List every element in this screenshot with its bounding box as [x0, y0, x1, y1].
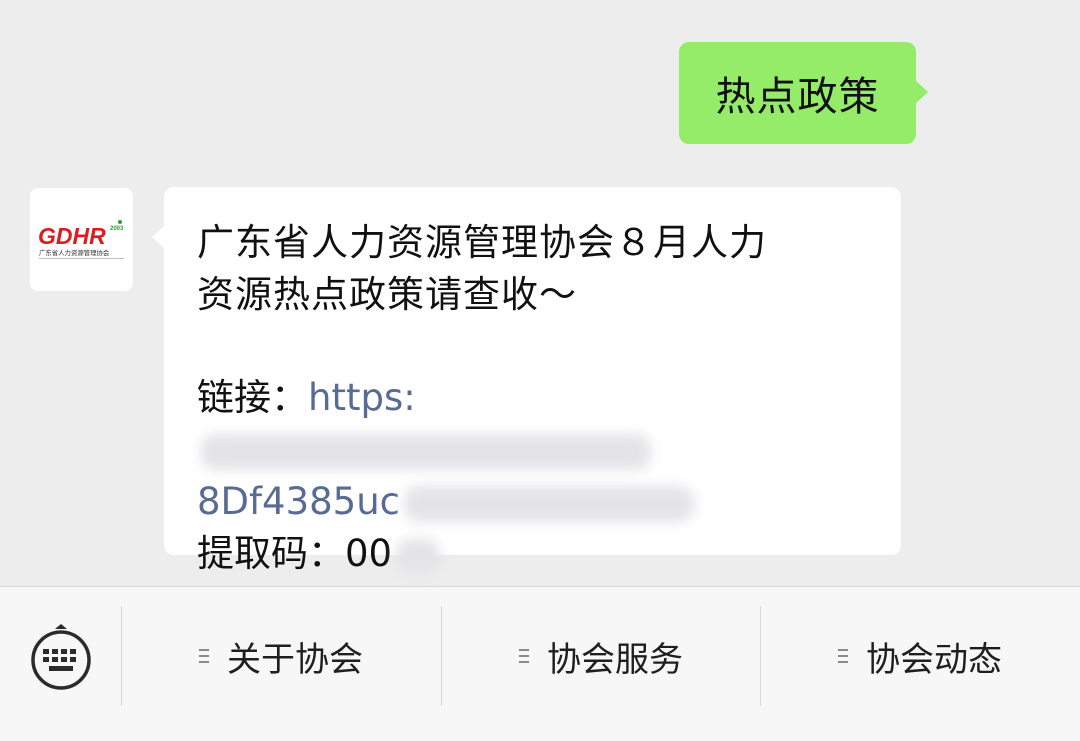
menu-item-services-label: 协会服务	[547, 639, 683, 680]
link-label: 链接：	[197, 376, 308, 419]
submenu-list-icon	[199, 648, 209, 664]
menu-item-about-label: 关于协会	[227, 639, 363, 680]
outgoing-message-bubble[interactable]: 热点政策	[679, 42, 928, 144]
link-row-2: 8Df4385uc	[197, 476, 867, 528]
menu-item-news[interactable]: 协会动态	[761, 606, 1079, 706]
logo-year: 2003	[110, 226, 124, 232]
menu-item-about[interactable]: 关于协会	[122, 606, 440, 706]
redacted-link-part-2	[404, 485, 695, 522]
link-row: 链接：https:	[197, 372, 867, 476]
share-link-line2[interactable]: 8Df4385uc	[197, 480, 400, 523]
logo-letters: GDHR	[38, 223, 106, 249]
message-title-line1: 广东省人力资源管理协会８月人力	[197, 221, 767, 264]
gdhr-logo: GDHR 2003 广东省人力资源管理协会	[38, 220, 124, 259]
code-label: 提取码：	[197, 532, 345, 575]
redacted-link-part-1	[201, 433, 651, 470]
chat-area: 热点政策 GDHR 2003 广东省人力资源管理协会 广东省人力资源管理协会８月…	[0, 0, 1080, 586]
logo-caption: 广东省人力资源管理协会	[39, 248, 110, 257]
official-account-avatar[interactable]: GDHR 2003 广东省人力资源管理协会	[30, 188, 133, 291]
share-link-prefix[interactable]: https:	[308, 376, 416, 419]
redacted-code-part	[396, 538, 441, 573]
menu-item-services[interactable]: 协会服务	[442, 606, 760, 706]
incoming-message-bubble[interactable]: 广东省人力资源管理协会８月人力 资源热点政策请查收～ 链接：https: 8Df…	[152, 187, 901, 575]
code-row: 提取码：00	[197, 528, 867, 580]
keyboard-toggle-icon[interactable]	[29, 622, 93, 692]
submenu-list-icon	[838, 648, 848, 664]
message-title-line2: 资源热点政策请查收～	[197, 273, 577, 316]
submenu-list-icon	[519, 648, 529, 664]
outgoing-message-text: 热点政策	[715, 74, 880, 120]
menu-item-news-label: 协会动态	[866, 639, 1002, 680]
code-value: 00	[345, 532, 393, 575]
